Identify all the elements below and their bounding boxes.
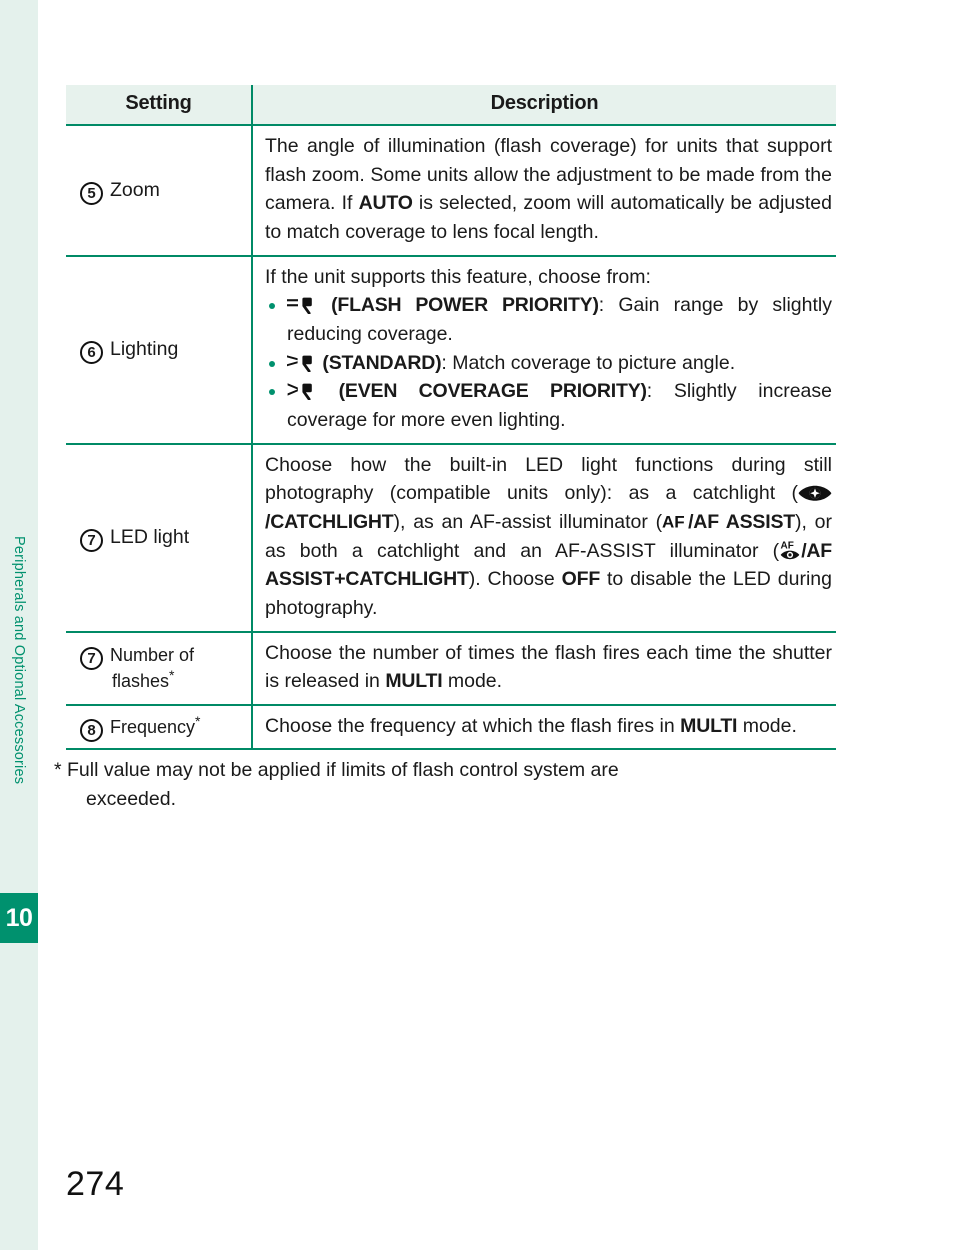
keyword-multi-frequency: MULTI bbox=[680, 714, 738, 737]
option-text-standard: : Match coverage to picture angle. bbox=[441, 351, 736, 374]
keyword-off: OFF bbox=[561, 568, 601, 591]
footnote-marker: * bbox=[169, 667, 175, 684]
table-header-row: Setting Description bbox=[66, 85, 836, 126]
page-content: Setting Description 5 Zoom The angle of … bbox=[54, 0, 836, 813]
setting-cell-number-of-flashes: 7 Number of flashes* bbox=[66, 631, 253, 706]
af-icon: AF bbox=[662, 511, 688, 531]
page-number: 274 bbox=[66, 1165, 125, 1203]
option-label-flash-power-priority: (FLASH POWER PRIORITY) bbox=[331, 294, 599, 317]
svg-text:AF: AF bbox=[662, 512, 685, 531]
footnote: * Full value may not be applied if limit… bbox=[54, 756, 836, 813]
chapter-number-tab: 10 bbox=[0, 893, 38, 943]
circled-number-5: 5 bbox=[80, 181, 103, 205]
flash-even-coverage-icon bbox=[287, 380, 317, 401]
lighting-intro: If the unit supports this feature, choos… bbox=[265, 265, 651, 288]
settings-table: Setting Description 5 Zoom The angle of … bbox=[66, 85, 836, 751]
led-seg1: Choose how the built-in LED light functi… bbox=[265, 453, 832, 505]
af-assist-catchlight-icon: AF bbox=[779, 539, 801, 562]
circled-number-7: 7 bbox=[80, 529, 103, 553]
table-row: 7 LED light Choose how the built-in LED … bbox=[66, 443, 836, 633]
keyword-af-assist: /AF ASSIST bbox=[688, 510, 795, 533]
list-item: (FLASH POWER PRIORITY): Gain range by sl… bbox=[265, 291, 832, 348]
description-cell-led-light: Choose how the built-in LED light functi… bbox=[252, 443, 836, 633]
flashes-word: flashes bbox=[112, 671, 170, 692]
column-header-description: Description bbox=[252, 85, 836, 126]
chapter-section-title: Peripherals and Optional Accessories bbox=[11, 535, 27, 785]
led-seg2: ), as an AF-assist illuminator ( bbox=[393, 510, 663, 533]
frequency-desc-pre: Choose the frequency at which the flash … bbox=[265, 714, 681, 737]
description-cell-number-of-flashes: Choose the number of times the flash fir… bbox=[252, 631, 836, 706]
flash-power-priority-icon bbox=[287, 294, 317, 315]
setting-label-led-light: LED light bbox=[110, 526, 190, 549]
setting-label-zoom: Zoom bbox=[110, 178, 160, 201]
circled-number-6: 6 bbox=[80, 341, 103, 365]
setting-cell-zoom: 5 Zoom bbox=[66, 125, 253, 257]
setting-cell-lighting: 6 Lighting bbox=[66, 255, 253, 445]
flashes-desc-pre: Choose the number of times the flash fir… bbox=[265, 641, 832, 693]
flash-standard-icon bbox=[287, 352, 317, 373]
setting-label-frequency: Frequency* bbox=[110, 714, 201, 740]
keyword-catchlight: /CATCHLIGHT bbox=[265, 510, 394, 533]
lighting-options-list: (FLASH POWER PRIORITY): Gain range by sl… bbox=[265, 291, 832, 434]
circled-number-7-flashes: 7 bbox=[80, 646, 103, 670]
led-seg4: ). Choose bbox=[468, 568, 562, 591]
setting-label-number-of-flashes-line2: flashes* bbox=[80, 668, 241, 694]
column-header-setting: Setting bbox=[66, 85, 253, 126]
setting-cell-frequency: 8 Frequency* bbox=[66, 704, 253, 751]
setting-label-number-of-flashes-line1: Number of bbox=[110, 644, 195, 665]
circled-number-8: 8 bbox=[80, 718, 103, 742]
table-row: 5 Zoom The angle of illumination (flash … bbox=[66, 125, 836, 257]
table-row: 7 Number of flashes* Choose the number o… bbox=[66, 631, 836, 706]
catchlight-eye-icon bbox=[798, 482, 832, 501]
list-item: (STANDARD): Match coverage to picture an… bbox=[265, 349, 832, 378]
setting-cell-led-light: 7 LED light bbox=[66, 443, 253, 633]
frequency-desc-post: mode. bbox=[737, 714, 797, 737]
keyword-multi-flashes: MULTI bbox=[385, 670, 443, 693]
footnote-marker: * bbox=[195, 712, 201, 729]
description-cell-zoom: The angle of illumination (flash coverag… bbox=[252, 125, 836, 257]
list-item: (EVEN COVERAGE PRIORITY): Slightly incre… bbox=[265, 377, 832, 434]
keyword-auto: AUTO bbox=[358, 192, 413, 215]
flashes-desc-post: mode. bbox=[442, 670, 503, 693]
table-row: 6 Lighting If the unit supports this fea… bbox=[66, 255, 836, 445]
svg-text:AF: AF bbox=[781, 540, 794, 551]
description-cell-frequency: Choose the frequency at which the flash … bbox=[252, 704, 836, 751]
footnote-line2: exceeded. bbox=[86, 787, 176, 810]
table-row: 8 Frequency* Choose the frequency at whi… bbox=[66, 704, 836, 751]
footnote-line1: Full value may not be applied if limits … bbox=[67, 759, 619, 782]
setting-label-lighting: Lighting bbox=[110, 338, 179, 361]
frequency-word: Frequency bbox=[110, 716, 196, 737]
option-label-even-coverage-priority: (EVEN COVERAGE PRIORITY) bbox=[338, 380, 647, 403]
footnote-star: * bbox=[54, 759, 62, 782]
option-label-standard: (STANDARD) bbox=[322, 351, 442, 374]
description-cell-lighting: If the unit supports this feature, choos… bbox=[252, 255, 836, 445]
